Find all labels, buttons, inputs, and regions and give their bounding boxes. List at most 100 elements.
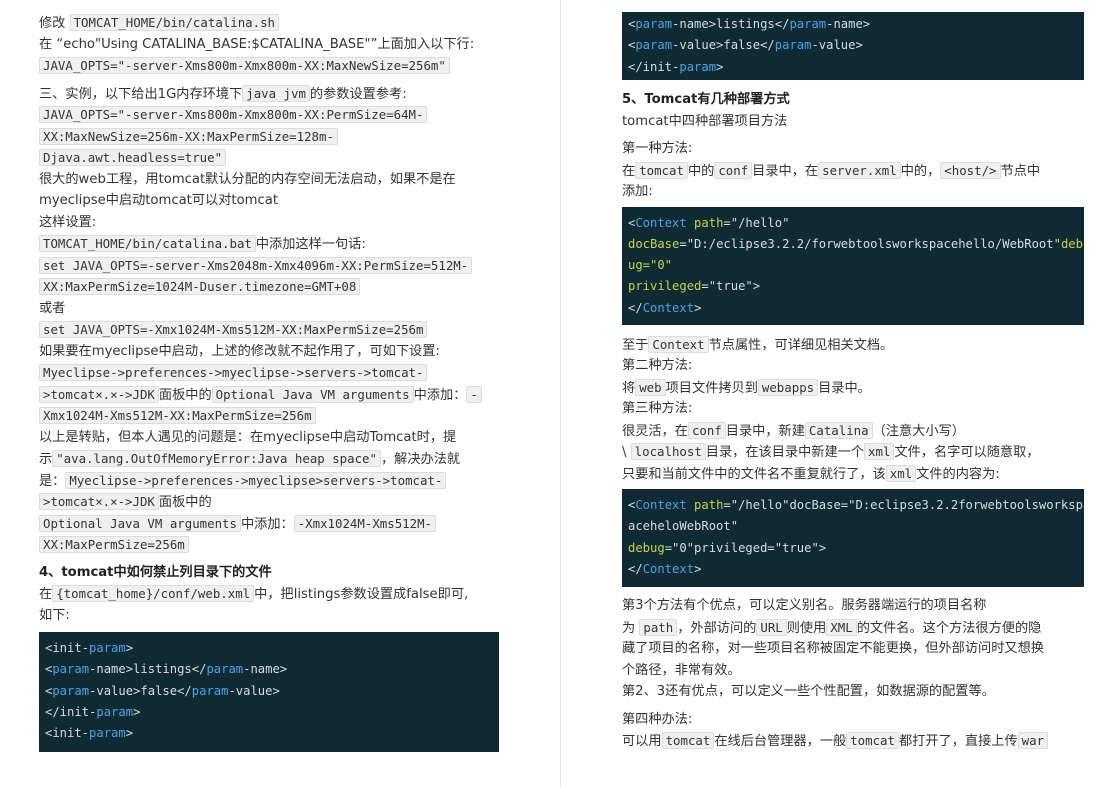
code-line: </init-param> [628, 59, 724, 74]
code-line: <init-param> [45, 726, 134, 741]
inline-code: set JAVA_OPTS=-server-Xms2048m-Xmx4096m-… [39, 256, 473, 274]
text-line: 如果要在myeclipse中启动，上述的修改就不起作用了，可如下设置: [39, 341, 499, 363]
section-heading: 5、Tomcat有几种部署方式 [622, 92, 790, 107]
inline-code: java jvm [242, 84, 310, 102]
text-line: 或者 [39, 298, 499, 320]
text-line: 为 path ，外部访问的 URL 则使用 XML 的文件名。这个方法很方便的隐 [622, 618, 1042, 636]
inline-code: {tomcat_home}/conf/web.xml [52, 585, 255, 602]
text: 如果要在myeclipse中启动，上述的修改就不起作用了，可如下设置: [39, 343, 440, 359]
inline-code: tomcat [635, 161, 688, 179]
inline-code: xml [864, 443, 895, 460]
text: 示 [39, 452, 53, 467]
left-column: 修改 TOMCAT_HOME/bin/catalina.sh 在 “echo"U… [39, 12, 499, 752]
text-line: XX:MaxNewSize=256m-XX:MaxPermSize=128m- [39, 126, 499, 148]
inline-code: Myeclipse->preferences->myeclipse>server… [65, 471, 447, 489]
text-line: 藏了项目的名称，对一些项目名称被固定不能更换，但外部访问时又想换 [622, 641, 1044, 656]
code-line: ug="0" [628, 258, 673, 273]
text: 中，把listings参数设置成false即可, [254, 587, 469, 602]
code-line: docBase="D:/eclipse3.2.2/forwebtoolswork… [628, 236, 1083, 251]
text: myeclipse中启动tomcat可以对tomcat [39, 193, 278, 208]
text-line: JAVA_OPTS="-server-Xms800m-Xmx800m-XX:Ma… [39, 55, 499, 77]
inline-code: xml [885, 464, 917, 482]
text-line: TOMCAT_HOME/bin/catalina.bat 中添加这样一句话: [39, 233, 499, 255]
text-line: Xmx1024M-Xms512M-XX:MaxPermSize=256m [39, 405, 499, 427]
text-line: tomcat中四种部署项目方法 [622, 113, 788, 129]
text-line: 是： Myeclipse->preferences->myeclipse>serv… [39, 470, 499, 492]
inline-code: - [466, 385, 482, 403]
inline-code: server.xml [818, 161, 901, 179]
text: 这样设置: [39, 214, 97, 230]
text-line: Djava.awt.headless=true" [39, 147, 499, 169]
inline-code: tomcat [846, 732, 899, 749]
inline-code: <host/> [940, 161, 1001, 179]
text: 在 [39, 587, 53, 602]
code-block: <init-param> <param-name>listings</param… [39, 632, 499, 752]
code-block: <param-name>listings</param-name> <param… [622, 12, 1084, 80]
code-line: debug="0"privileged="true"> [628, 540, 827, 555]
text: 或者 [39, 300, 66, 316]
inline-code: Optional Java VM arguments [211, 385, 414, 403]
text-line: 很大的web工程，用tomcat默认分配的内存空间无法启动，如果不是在 [39, 169, 499, 191]
text-line: 至于 Context 节点属性，可详细见相关文档。 [622, 335, 894, 353]
inline-code: >tomcat×.×->JDK [39, 493, 159, 510]
section-heading: 4、tomcat中如何禁止列目录下的文件 [39, 564, 272, 580]
text-line: 第三种方法: [622, 401, 693, 416]
inline-code: conf [687, 421, 726, 439]
text-line: 将 web 项目文件拷贝到 webapps 目录中。 [622, 378, 871, 396]
text-line: 添加: [622, 184, 653, 199]
code-line: <Context path="/hello" [628, 215, 790, 230]
inline-code: Djava.awt.headless=true" [39, 149, 227, 166]
inline-code: XML [826, 618, 857, 636]
code-line: </init-param> [45, 704, 141, 719]
text-line: 第二种方法: [622, 358, 693, 373]
text-line: XX:MaxPermSize=1024M-Duser.timezone=GMT+… [39, 276, 499, 298]
text-line: >tomcat×.×->JDK 面板中的 Optional Java VM argu… [39, 384, 499, 406]
text-line: 第一种方法: [622, 141, 693, 156]
text: ，解决办法就 [380, 452, 461, 467]
code-line: <param-name>listings</param-name> [628, 17, 871, 31]
page-divider [560, 0, 561, 787]
text-line: 只要和当前文件中的文件名不重复就行了，该 xml 文件的内容为: [622, 464, 1000, 482]
text-line: JAVA_OPTS="-server-Xms800m-Xmx800m-XX:Pe… [39, 104, 499, 126]
inline-code: -Xmx1024M-Xms512M- [293, 514, 436, 532]
text: 面板中的 [158, 387, 212, 403]
code-block: <Context path="/hello"docBase="D:eclipse… [622, 489, 1084, 587]
text: 中添加： [413, 387, 467, 403]
text-line: 第3个方法有个优点，可以定义别名。服务器端运行的项目名称 [622, 598, 987, 613]
inline-code: Optional Java VM arguments [39, 514, 241, 532]
inline-code: web [635, 378, 666, 396]
text-line: 三、实例，以下给出1G内存环境下 java jvm 的参数设置参考: [39, 83, 499, 105]
inline-code: Myeclipse->preferences->myeclipse->serve… [39, 364, 428, 381]
text: 很大的web工程，用tomcat默认分配的内存空间无法启动，如果不是在 [39, 171, 456, 187]
text-line: 个路径，非常有效。 [622, 662, 741, 678]
inline-code: JAVA_OPTS="-server-Xms800m-Xmx800m-XX:Pe… [39, 106, 428, 123]
code-line: </Context> [628, 561, 702, 576]
code-line: aceheloWebRoot" [628, 519, 739, 534]
text-line: 第四种办法: [622, 711, 693, 727]
inline-code: Context [648, 335, 709, 353]
inline-code: tomcat [661, 732, 715, 749]
inline-code: conf [714, 161, 753, 179]
text: 在 “echo"Using CATALINA_BASE:$CATALINA_BA… [39, 36, 475, 52]
inline-code: TOMCAT_HOME/bin/catalina.sh [69, 14, 279, 31]
inline-code: >tomcat×.×->JDK [39, 385, 159, 403]
text: 以上是转贴，但本人遇见的问题是：在myeclipse中启动Tomcat时，提 [39, 429, 457, 445]
inline-code: set JAVA_OPTS=-Xmx1024M-Xms512M-XX:MaxPe… [39, 321, 428, 338]
inline-code: war [1017, 732, 1049, 749]
inline-code: path [639, 618, 678, 636]
text-line: 这样设置: [39, 212, 499, 234]
inline-code: JAVA_OPTS="-server-Xms800m-Xmx800m-XX:Ma… [39, 57, 450, 74]
inline-code: XX:MaxPermSize=1024M-Duser.timezone=GMT+… [39, 278, 361, 295]
text: 中添加： [240, 516, 294, 532]
text-line: 在 tomcat 中的 conf 目录中，在 server.xml 中的， <host/> 节点… [622, 161, 1041, 179]
inline-code: "ava.lang.OutOfMemoryError:Java heap spa… [52, 450, 381, 467]
text-line: XX:MaxPermSize=256m [39, 534, 499, 556]
code-line: <param-value>false</param-value> [45, 683, 280, 698]
text-line: 以上是转贴，但本人遇见的问题是：在myeclipse中启动Tomcat时，提 [39, 427, 499, 449]
inline-code: localhost [630, 443, 706, 460]
text-line: 第2、3还有优点，可以定义一些个性配置，如数据源的配置等。 [622, 684, 995, 699]
code-line: </Context> [628, 300, 702, 315]
text: 修改 [39, 16, 70, 31]
text-line: 很灵活，在 conf 目录中，新建 Catalina （注意大小写） [622, 421, 965, 439]
code-block: <Context path="/hello" docBase="D:/eclip… [622, 206, 1084, 325]
